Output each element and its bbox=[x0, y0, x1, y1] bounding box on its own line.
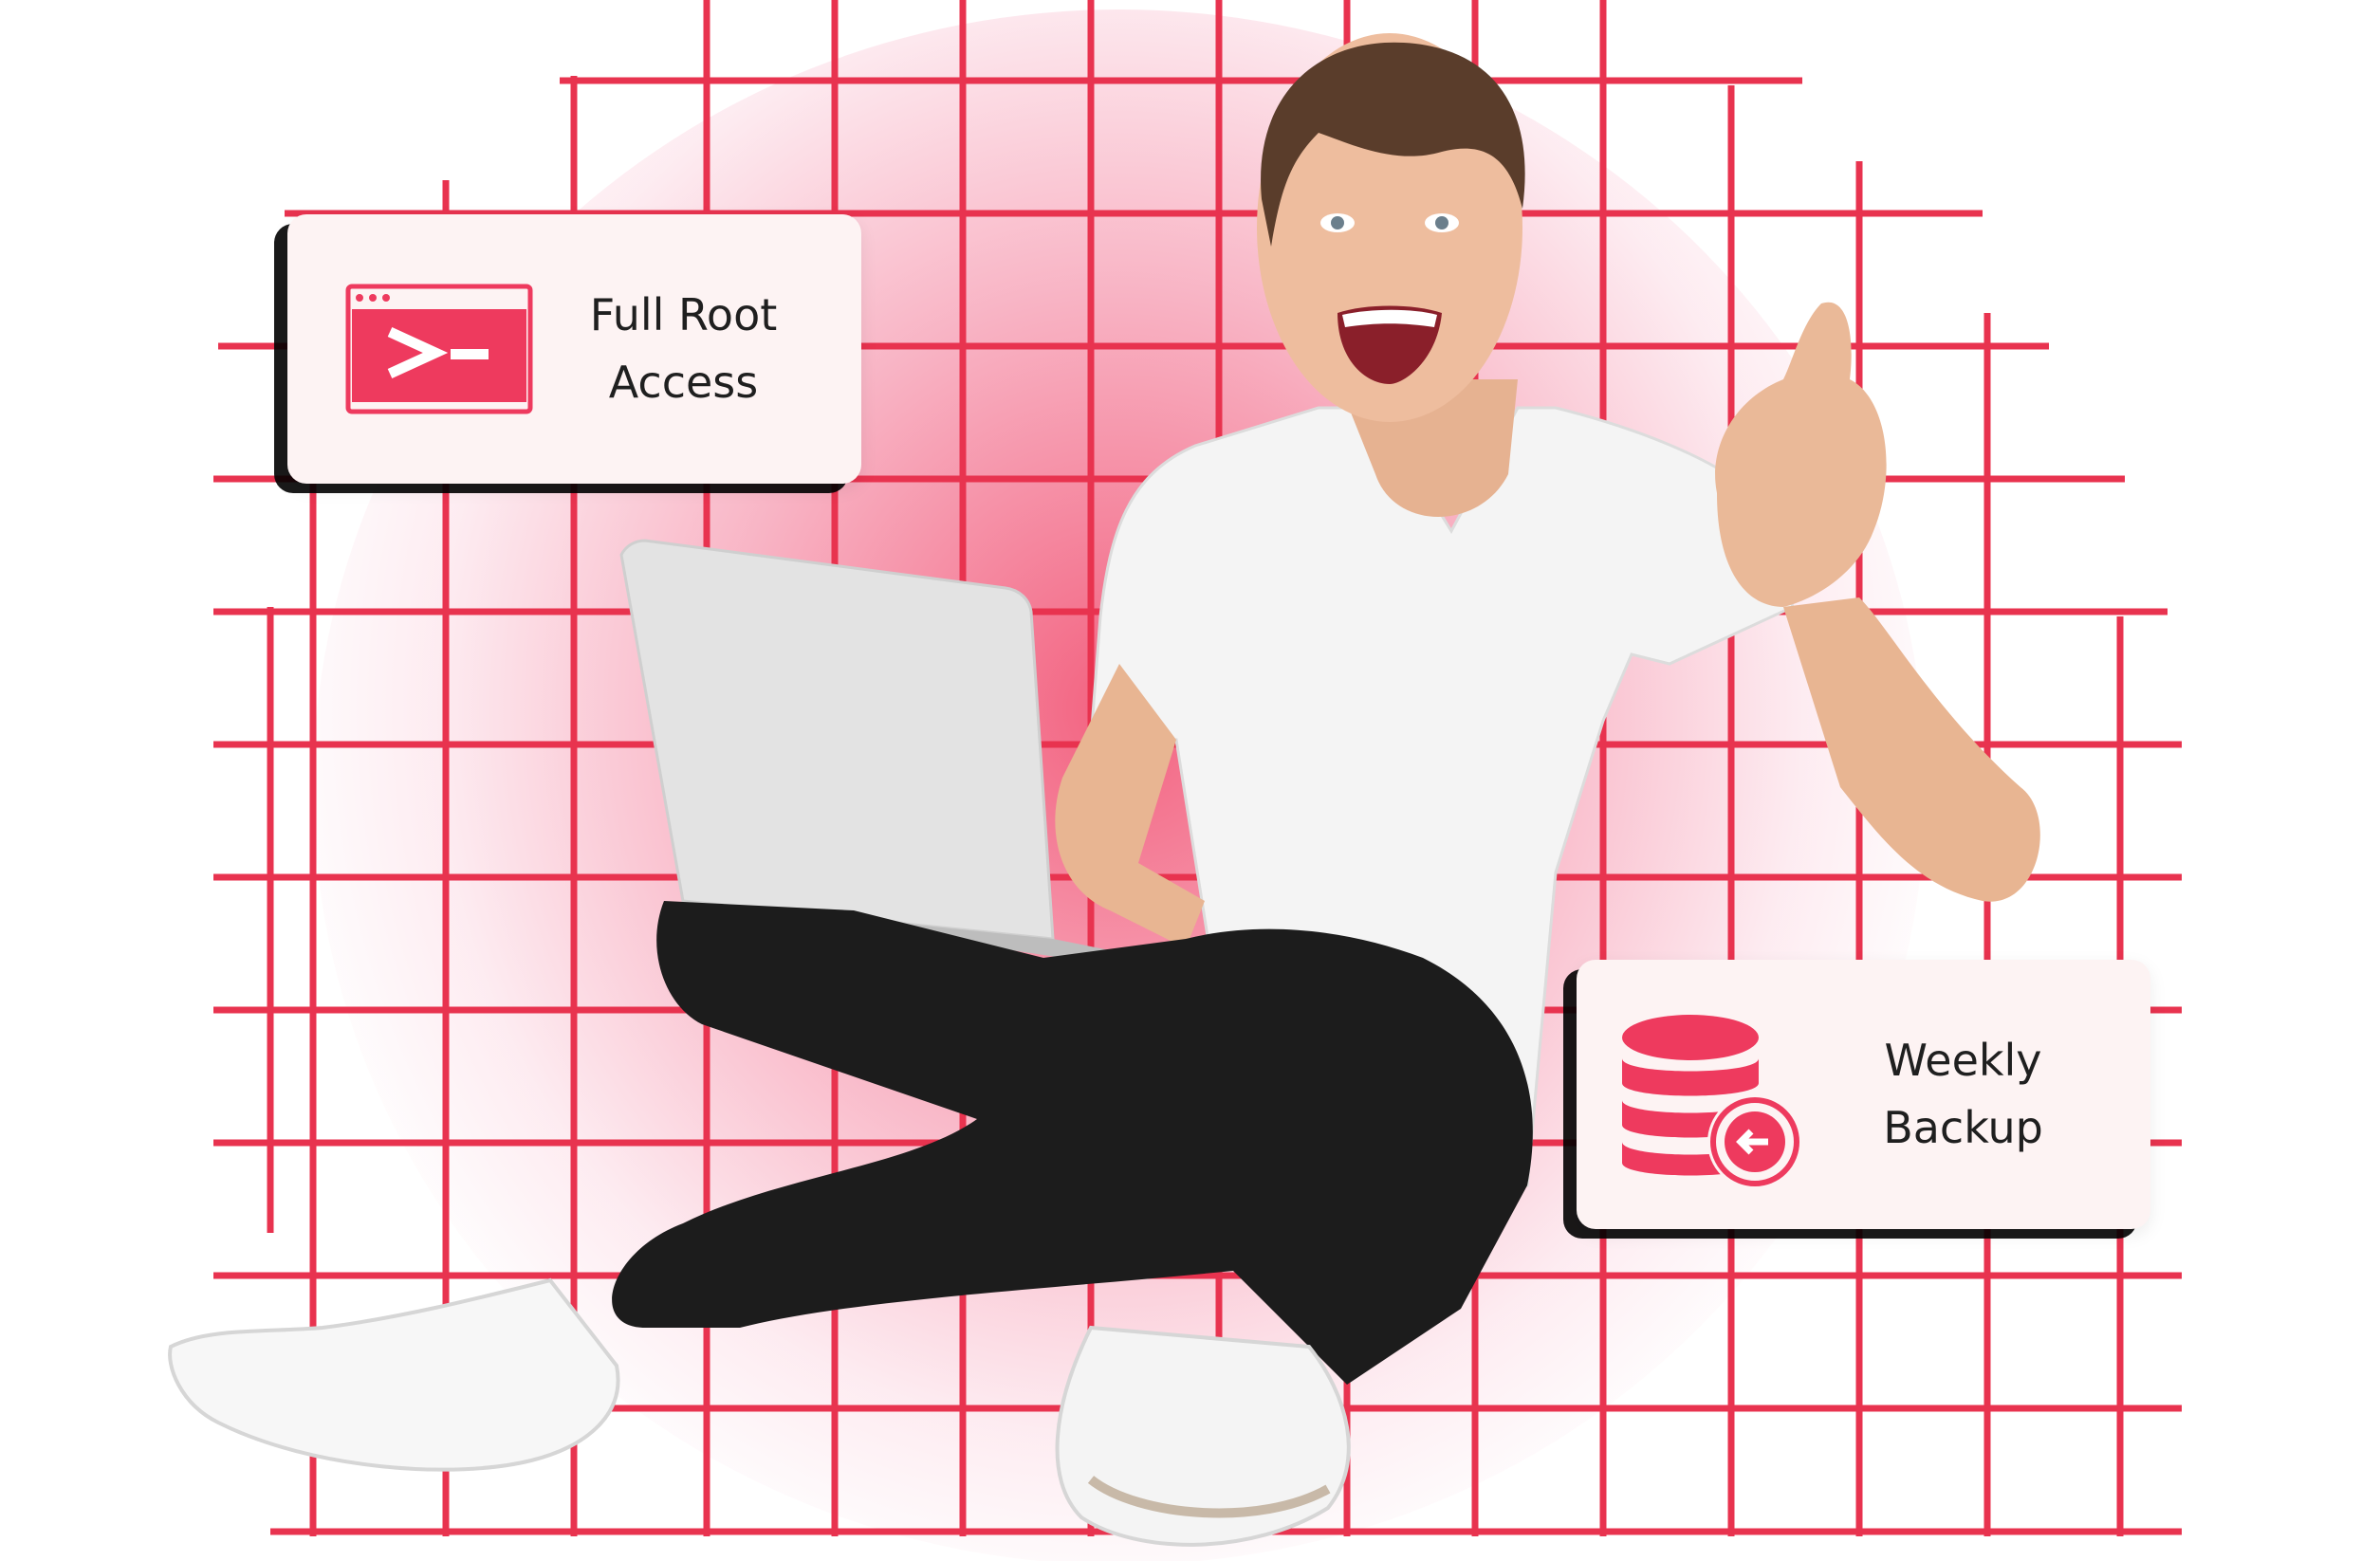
card-label: Full Root Access bbox=[534, 282, 861, 417]
feature-card-weekly-backup: Weekly Backup bbox=[1577, 960, 2150, 1229]
card-label: Weekly Backup bbox=[1804, 1027, 2150, 1163]
feature-card-full-root-access: Full Root Access bbox=[287, 214, 861, 484]
card-label-line2: Access bbox=[608, 357, 759, 408]
card-label-line1: Weekly bbox=[1884, 1034, 2042, 1086]
terminal-icon bbox=[344, 254, 534, 444]
card-label-line2: Backup bbox=[1883, 1102, 2043, 1153]
hero-illustration: Full Root Access Weekly Backup bbox=[0, 0, 2380, 1561]
card-label-line1: Full Root bbox=[589, 288, 778, 340]
database-backup-icon bbox=[1614, 1000, 1804, 1189]
